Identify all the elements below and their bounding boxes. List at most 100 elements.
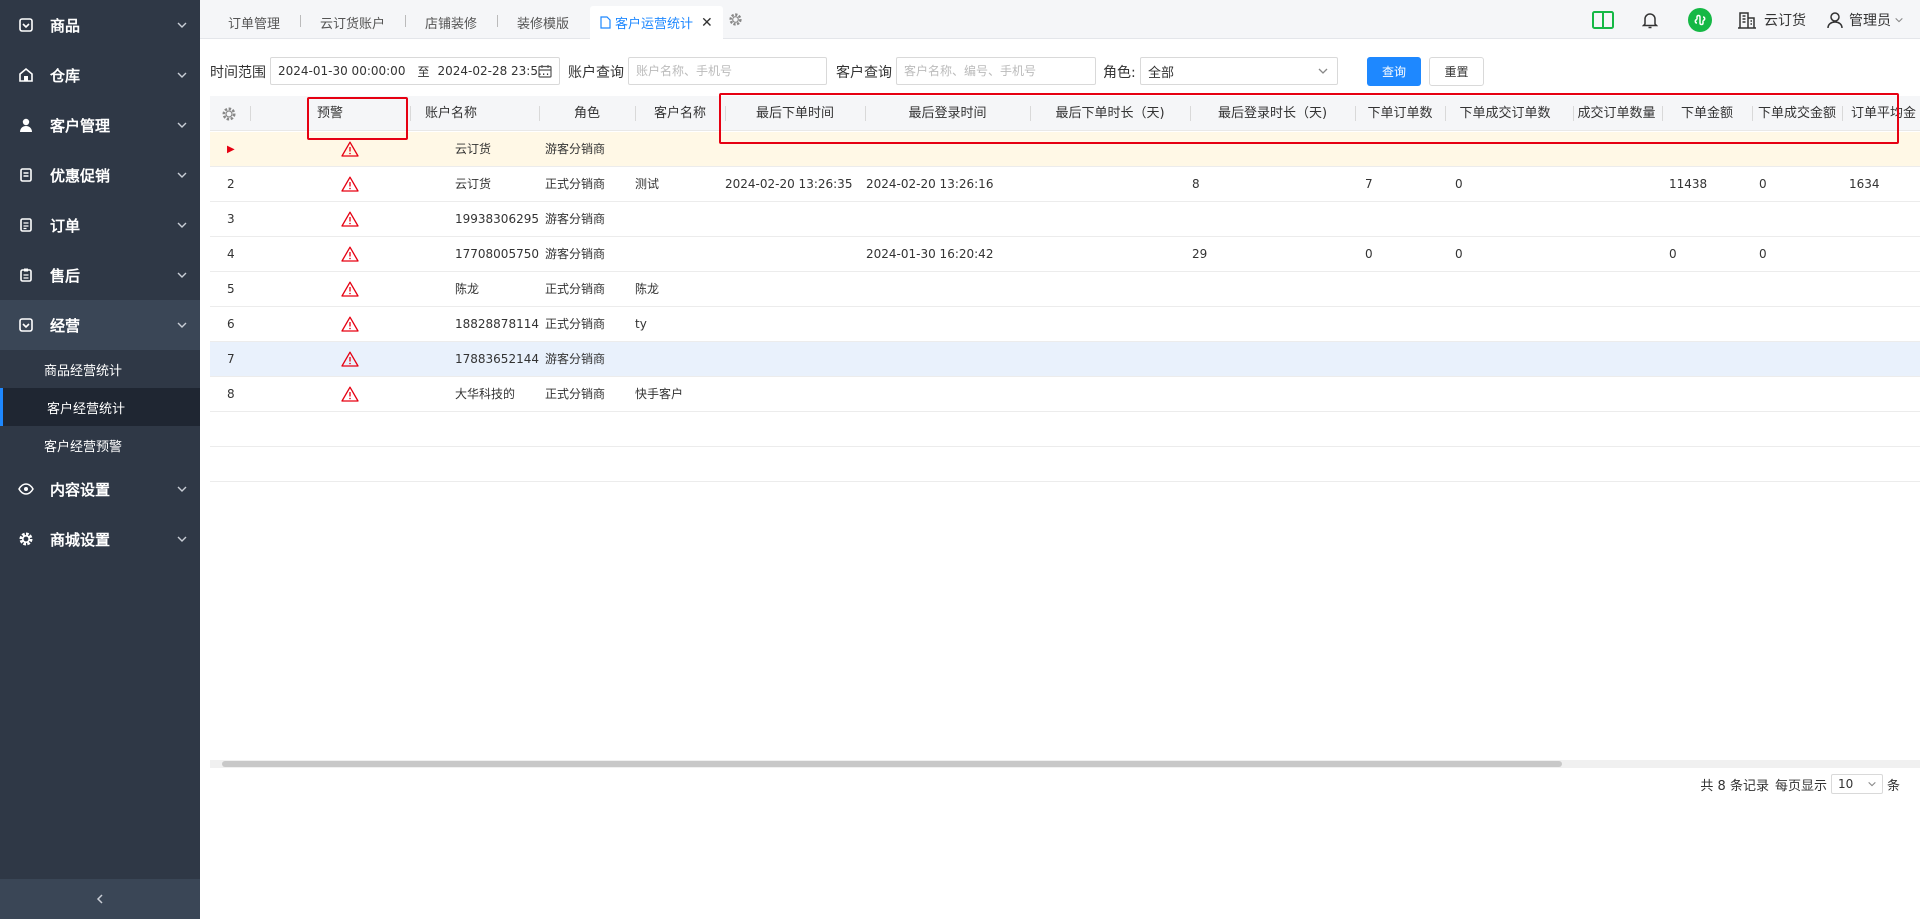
pagination: 共 8 条记录 每页显示 10 条	[1700, 774, 1900, 794]
cell-login-days: 8	[1192, 177, 1200, 191]
horizontal-scrollbar[interactable]	[210, 760, 1920, 768]
sidebar-item-aftersale[interactable]: 售后	[0, 250, 200, 300]
per-page-select[interactable]: 10	[1830, 774, 1883, 794]
column-settings-button[interactable]	[221, 106, 237, 126]
table-row[interactable]: 3 19938306295 游客分销商	[210, 202, 1920, 237]
table-row[interactable]: 8 大华科技的 正式分销商 快手客户	[210, 377, 1920, 412]
tab-shop-decoration[interactable]: 店铺装修	[425, 6, 477, 39]
role-label: 角色:	[1103, 65, 1136, 81]
cell-index: 5	[227, 282, 235, 296]
warning-icon	[341, 211, 359, 227]
cell-login-days: 29	[1192, 247, 1208, 261]
gear-icon	[729, 13, 742, 26]
account-search-input[interactable]	[636, 64, 826, 78]
cell-customer: 测试	[635, 177, 660, 191]
sidebar-item-mall-settings[interactable]: 商城设置	[0, 514, 200, 564]
tab-accounts[interactable]: 云订货账户	[320, 6, 385, 39]
customer-search-field[interactable]	[896, 57, 1096, 85]
table-row[interactable]: 2 云订货 正式分销商 测试 2024-02-20 13:26:35 2024-…	[210, 167, 1920, 202]
column-header-customer[interactable]: 客户名称	[635, 96, 725, 131]
date-range-picker[interactable]: 2024-01-30 00:00:00 至 2024-02-28 23:5...	[270, 57, 560, 85]
chevron-down-icon	[177, 22, 187, 28]
cell-role: 游客分销商	[545, 142, 606, 156]
query-button[interactable]: 查询	[1367, 57, 1421, 86]
warning-icon	[341, 141, 359, 157]
chevron-down-icon	[177, 72, 187, 78]
scrollbar-thumb[interactable]	[222, 761, 1562, 767]
sidebar-subitem-customer-warning[interactable]: 客户经营预警	[0, 426, 200, 464]
row-selected-indicator: ▶	[227, 144, 235, 155]
tab-label: 云订货账户	[320, 17, 386, 32]
chevron-down-icon	[177, 486, 187, 492]
tab-customer-stats[interactable]: 客户运营统计 ✕	[590, 6, 723, 39]
cell-avg-amount: 1634	[1849, 177, 1880, 191]
sidebar-item-content[interactable]: 内容设置	[0, 464, 200, 514]
per-page-value: 10	[1837, 777, 1854, 791]
table-row[interactable]: 4 17708005750 游客分销商 2024-01-30 16:20:42 …	[210, 237, 1920, 272]
cell-order-count: 0	[1365, 247, 1373, 261]
per-page-unit: 条	[1886, 778, 1900, 794]
sidebar-item-customers[interactable]: 客户管理	[0, 100, 200, 150]
warning-icon	[341, 281, 359, 297]
table-row[interactable]: 7 17883652144 游客分销商	[210, 342, 1920, 377]
tab-label: 装修模版	[517, 17, 570, 32]
chevron-down-icon	[177, 536, 187, 542]
cell-index: 2	[227, 177, 235, 191]
eye-icon	[18, 481, 34, 497]
customer-search-input[interactable]	[904, 64, 1095, 78]
warning-icon	[341, 246, 359, 262]
mini-program-button[interactable]	[1688, 0, 1712, 39]
company-switcher[interactable]: 云订货	[1738, 0, 1806, 39]
cell-index: 3	[227, 212, 235, 226]
cell-account: 17883652144	[455, 352, 539, 366]
sidebar-subitem-goods-stats[interactable]: 商品经营统计	[0, 350, 200, 388]
user-menu[interactable]: 管理员	[1826, 0, 1904, 39]
cell-role: 游客分销商	[545, 352, 606, 366]
gear-icon	[222, 107, 236, 121]
warehouse-icon	[18, 67, 34, 83]
cell-account: 19938306295	[455, 212, 539, 226]
notification-button[interactable]	[1642, 0, 1658, 39]
close-icon[interactable]: ✕	[701, 15, 713, 31]
tab-decoration-template[interactable]: 装修模版	[517, 6, 569, 39]
sidebar-subitem-label: 客户经营统计	[47, 401, 126, 417]
sidebar-subitem-label: 商品经营统计	[44, 363, 123, 379]
role-select[interactable]: 全部	[1140, 57, 1338, 85]
sidebar-item-goods[interactable]: 商品	[0, 0, 200, 50]
table-row[interactable]: 6 18828878114 正式分销商 ty	[210, 307, 1920, 342]
cell-index: 4	[227, 247, 235, 261]
cell-role: 正式分销商	[545, 177, 606, 191]
date-separator: 至	[417, 64, 430, 79]
sidebar-item-orders[interactable]: 订单	[0, 200, 200, 250]
tab-settings-button[interactable]	[728, 0, 743, 39]
sidebar-item-warehouse[interactable]: 仓库	[0, 50, 200, 100]
cell-index: 8	[227, 387, 235, 401]
collapse-sidebar-button[interactable]	[0, 879, 200, 919]
cell-last-login-time: 2024-01-30 16:20:42	[866, 247, 994, 261]
cell-deal-amount: 0	[1759, 247, 1767, 261]
cell-deal-order-count: 0	[1455, 247, 1463, 261]
date-start[interactable]: 2024-01-30 00:00:00	[278, 64, 405, 78]
date-end[interactable]: 2024-02-28 23:5...	[437, 64, 549, 78]
user-icon	[18, 117, 34, 133]
help-book-button[interactable]	[1592, 0, 1614, 39]
account-search-field[interactable]	[628, 57, 827, 85]
book-icon	[1592, 10, 1614, 29]
sidebar-item-label: 商品	[50, 16, 81, 35]
sidebar-item-label: 客户管理	[50, 116, 111, 135]
sidebar-item-promotions[interactable]: 优惠促销	[0, 150, 200, 200]
role-selected-value: 全部	[1148, 65, 1175, 81]
warning-icon	[341, 351, 359, 367]
customer-stats-table: 预警 账户名称 角色 客户名称 最后下单时间 最后登录时间 最后下单时长（天) …	[210, 96, 1920, 760]
reset-button[interactable]: 重置	[1429, 57, 1484, 86]
cell-last-login-time: 2024-02-20 13:26:16	[866, 177, 994, 191]
tab-order-management[interactable]: 订单管理	[228, 6, 280, 39]
column-header-role[interactable]: 角色	[539, 96, 635, 131]
sidebar-subitem-customer-stats[interactable]: 客户经营统计	[0, 388, 200, 426]
table-row[interactable]: 5 陈龙 正式分销商 陈龙	[210, 272, 1920, 307]
sidebar-item-business[interactable]: 经营	[0, 300, 200, 350]
empty-row	[210, 447, 1920, 482]
annotation-box-stats-columns	[719, 93, 1899, 144]
column-header-account[interactable]: 账户名称	[410, 96, 485, 131]
sidebar-item-label: 优惠促销	[50, 166, 111, 185]
